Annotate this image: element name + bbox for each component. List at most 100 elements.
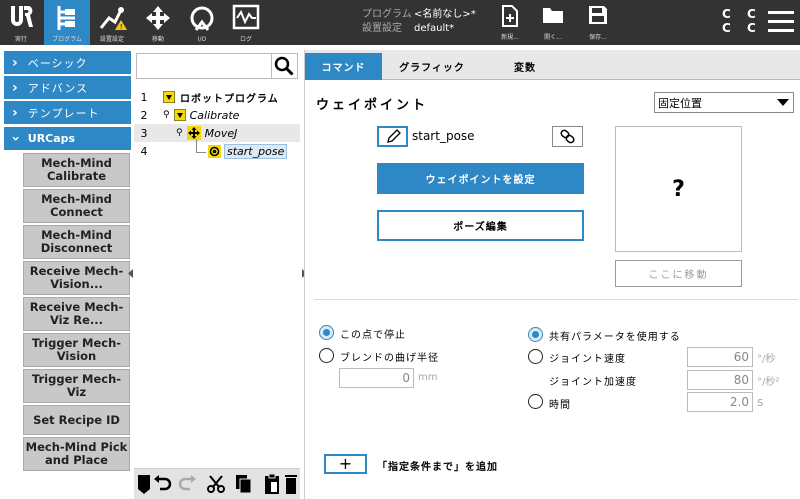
edit-pose-button[interactable]: ポーズ編集 <box>377 210 584 241</box>
chevron-right-icon: › <box>12 54 19 71</box>
tree-connector-icon: ⚲ <box>176 128 183 138</box>
time-input[interactable]: 2.0 <box>687 392 753 412</box>
save-program-button[interactable]: 保存... <box>578 0 618 45</box>
tree-row-movej[interactable]: 3 ⚲ MoveJ <box>134 124 300 142</box>
blend-radius-unit: mm <box>418 372 438 383</box>
urcap-receive-mech-viz[interactable]: Receive Mech-Viz Re... <box>23 297 130 331</box>
shared-params-label: 共有パラメータを使用する <box>549 332 681 343</box>
add-until-button[interactable]: + <box>324 454 367 474</box>
tree-row-label: start_pose <box>224 143 288 159</box>
hamburger-menu-icon[interactable] <box>768 11 794 38</box>
svg-text:!: ! <box>120 23 123 31</box>
paste-icon[interactable] <box>262 473 282 495</box>
command-sidebar: › ベーシック › アドバンス › テンプレート › URCaps Mech-Mind … <box>0 45 133 499</box>
urcap-trigger-mech-vision[interactable]: Trigger Mech-Vision <box>23 333 130 367</box>
delete-icon[interactable] <box>284 473 298 495</box>
chevron-down-icon <box>777 99 789 106</box>
set-waypoint-button[interactable]: ウェイポイントを設定 <box>377 163 584 194</box>
installation-icon: ! <box>99 7 127 31</box>
nav-move-button[interactable]: 移動 <box>138 0 178 45</box>
open-program-button[interactable]: 開く... <box>533 0 573 45</box>
stop-here-radio[interactable] <box>319 325 334 340</box>
redo-icon[interactable] <box>178 473 198 495</box>
tree-row-start-pose[interactable]: 4 start_pose <box>134 139 300 160</box>
tree-row-number: 2 <box>140 108 148 122</box>
nav-run-label: 実行 <box>14 36 27 43</box>
add-until-label: 「指定条件まで」を追加 <box>377 462 498 473</box>
sidebar-section-basic[interactable]: › ベーシック <box>4 51 131 74</box>
tab-graphics[interactable]: グラフィック <box>382 53 482 80</box>
urcap-mech-mind-calibrate[interactable]: Mech-Mind Calibrate <box>23 153 130 187</box>
sidebar-section-label: アドバンス <box>27 81 89 95</box>
joint-speed-input[interactable]: 60 <box>687 347 753 367</box>
joint-accel-input[interactable]: 80 <box>687 370 753 390</box>
move-icon <box>146 6 170 30</box>
collapse-triangle-icon <box>173 109 186 121</box>
nav-run-button[interactable]: 実行 <box>0 0 42 45</box>
move-here-button[interactable]: ここに移動 <box>615 260 742 287</box>
search-icon[interactable] <box>271 54 297 78</box>
tree-row-number: 1 <box>140 90 148 104</box>
tree-row-label: ロボットプログラム <box>180 93 279 105</box>
nav-io-label: I/O <box>197 36 207 43</box>
nav-program-button[interactable]: プログラム <box>44 0 90 45</box>
new-file-icon <box>502 5 518 27</box>
tree-search-field[interactable] <box>136 53 298 79</box>
pencil-icon <box>387 129 401 143</box>
tab-variables[interactable]: 変数 <box>495 53 555 80</box>
link-icon <box>560 129 575 144</box>
link-waypoint-button[interactable] <box>552 126 583 147</box>
tab-command[interactable]: コマンド <box>305 53 382 80</box>
tree-row-label: Calibrate <box>189 108 240 122</box>
chevron-right-icon: › <box>12 79 19 96</box>
blend-radius-radio[interactable] <box>319 348 334 363</box>
tree-row-number: 3 <box>140 126 148 140</box>
tree-connector-icon: ⚲ <box>163 110 170 120</box>
tree-row-label: MoveJ <box>204 126 238 140</box>
copy-icon[interactable] <box>234 473 254 495</box>
sidebar-section-templates[interactable]: › テンプレート <box>4 101 131 124</box>
urcap-receive-mech-vision[interactable]: Receive Mech-Vision... <box>23 261 130 295</box>
urcap-mech-mind-connect[interactable]: Mech-Mind Connect <box>23 189 130 223</box>
nav-move-label: 移動 <box>151 36 164 43</box>
urcap-set-recipe-id[interactable]: Set Recipe ID <box>23 405 130 435</box>
tree-branch-line <box>196 139 206 153</box>
joint-accel-unit: °/秒² <box>757 377 780 388</box>
blend-radius-input[interactable]: 0 <box>339 368 414 388</box>
urcap-mech-mind-pick-and-place[interactable]: Mech-Mind Pick and Place <box>23 437 130 471</box>
nav-installation-button[interactable]: ! 設置設定 <box>92 0 132 45</box>
cut-icon[interactable] <box>206 473 226 495</box>
tree-row-number: 4 <box>140 144 148 158</box>
tree-toolbar <box>134 468 300 499</box>
command-panel: コマンド グラフィック 変数 ウェイポイント 固定位置 start_pose ウ… <box>304 50 800 499</box>
log-icon <box>232 4 260 30</box>
urcap-trigger-mech-viz[interactable]: Trigger Mech-Viz <box>23 369 130 403</box>
top-bar: 実行 プログラム ! 設置設定 移動 I/O ログ プログラム <名前なし>* 設… <box>0 0 800 45</box>
sidebar-section-advanced[interactable]: › アドバンス <box>4 76 131 99</box>
nav-log-button[interactable]: ログ <box>226 0 266 45</box>
undo-icon[interactable] <box>152 473 172 495</box>
open-program-label: 開く... <box>544 34 562 41</box>
insert-below-icon[interactable] <box>134 473 154 495</box>
joint-speed-radio[interactable] <box>528 349 543 364</box>
position-mode-dropdown[interactable]: 固定位置 <box>654 92 794 113</box>
stop-here-label: この点で停止 <box>340 330 406 341</box>
save-icon <box>589 6 607 24</box>
io-icon <box>190 6 214 31</box>
sidebar-section-label: テンプレート <box>27 106 100 120</box>
time-radio[interactable] <box>528 394 543 409</box>
program-icon <box>57 6 75 30</box>
tree-row-robot-program[interactable]: 1 ロボットプログラム <box>134 88 300 106</box>
sidebar-section-urcaps[interactable]: › URCaps <box>4 127 131 150</box>
tree-row-calibrate[interactable]: 2 ⚲ Calibrate <box>134 106 300 124</box>
urcap-mech-mind-disconnect[interactable]: Mech-Mind Disconnect <box>23 225 130 259</box>
waypoint-name: start_pose <box>412 129 475 143</box>
nav-installation-label: 設置設定 <box>99 36 124 43</box>
chevron-right-icon: › <box>12 104 19 121</box>
shared-params-radio[interactable] <box>528 327 543 342</box>
cc-indicator: C C C C <box>722 7 762 35</box>
position-mode-value: 固定位置 <box>658 96 702 110</box>
new-program-button[interactable]: 新規... <box>490 0 530 45</box>
rename-waypoint-button[interactable] <box>377 126 408 147</box>
nav-io-button[interactable]: I/O <box>182 0 222 45</box>
